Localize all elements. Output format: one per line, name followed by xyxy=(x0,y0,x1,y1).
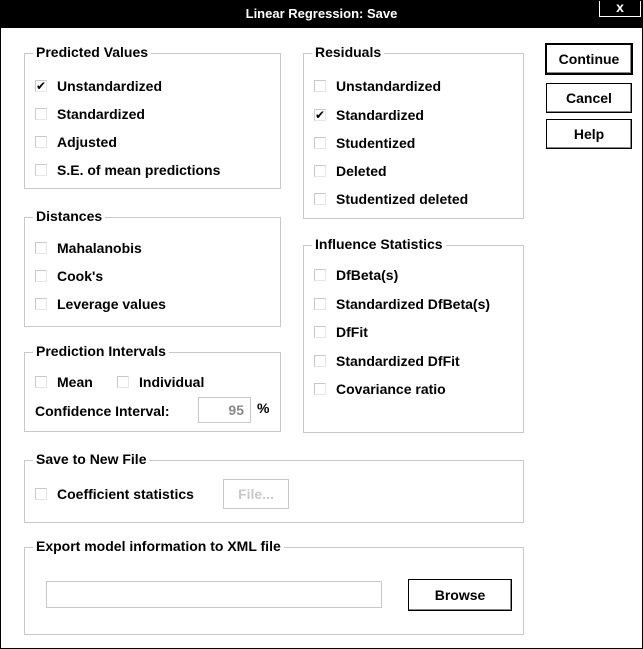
prediction-intervals-legend: Prediction Intervals xyxy=(33,343,169,359)
influence-standardized-dffit-checkbox[interactable] xyxy=(314,355,326,367)
checkbox-label: Studentized deleted xyxy=(336,191,469,207)
checkbox-label: Unstandardized xyxy=(336,78,442,94)
influence-statistics-legend: Influence Statistics xyxy=(312,236,446,252)
window-title: Linear Regression: Save xyxy=(245,6,398,21)
predicted-adjusted-checkbox[interactable] xyxy=(35,136,47,148)
checkbox-label: DfBeta(s) xyxy=(336,267,399,283)
predicted-standardized-checkbox[interactable] xyxy=(35,108,47,120)
distances-mahalanobis-option[interactable]: Mahalanobis xyxy=(35,240,142,256)
checkbox-label: Adjusted xyxy=(57,134,117,150)
checkbox-label: DfFit xyxy=(336,324,368,340)
checkbox-label: Mahalanobis xyxy=(57,240,142,256)
export-xml-legend: Export model information to XML file xyxy=(33,538,284,554)
influence-standardized-dffit-option[interactable]: Standardized DfFit xyxy=(314,353,460,369)
interval-mean-checkbox[interactable] xyxy=(35,376,47,388)
browse-button[interactable]: Browse xyxy=(408,579,512,611)
checkbox-label: Studentized xyxy=(336,135,416,151)
coefficient-statistics-checkbox[interactable] xyxy=(35,488,47,500)
checkbox-label: Coefficient statistics xyxy=(57,486,194,502)
distances-legend: Distances xyxy=(33,208,106,224)
residuals-standardized-checkbox[interactable] xyxy=(314,109,326,121)
predicted-unstandardized-option[interactable]: Unstandardized xyxy=(35,78,162,94)
influence-dfbeta-checkbox[interactable] xyxy=(314,269,326,281)
influence-covariance-ratio-option[interactable]: Covariance ratio xyxy=(314,381,446,397)
residuals-studentized-checkbox[interactable] xyxy=(314,137,326,149)
distances-leverage-checkbox[interactable] xyxy=(35,298,47,310)
influence-standardized-dfbeta-option[interactable]: Standardized DfBeta(s) xyxy=(314,296,490,312)
influence-dffit-checkbox[interactable] xyxy=(314,326,326,338)
checkbox-label: Cook's xyxy=(57,268,104,284)
confidence-interval-input[interactable]: 95 xyxy=(198,397,251,423)
help-button[interactable]: Help xyxy=(546,119,632,149)
residuals-studentized-deleted-option[interactable]: Studentized deleted xyxy=(314,191,468,207)
residuals-deleted-checkbox[interactable] xyxy=(314,165,326,177)
checkbox-label: Individual xyxy=(139,374,205,390)
interval-individual-option[interactable]: Individual xyxy=(117,374,204,390)
influence-covariance-ratio-checkbox[interactable] xyxy=(314,383,326,395)
distances-leverage-option[interactable]: Leverage values xyxy=(35,296,166,312)
dialog-window: Linear Regression: Save x Predicted Valu… xyxy=(0,0,643,649)
interval-mean-option[interactable]: Mean xyxy=(35,374,93,390)
predicted-adjusted-option[interactable]: Adjusted xyxy=(35,134,117,150)
influence-standardized-dfbeta-checkbox[interactable] xyxy=(314,298,326,310)
influence-dffit-option[interactable]: DfFit xyxy=(314,324,368,340)
checkbox-label: Standardized xyxy=(57,106,145,122)
predicted-se-mean-checkbox[interactable] xyxy=(35,164,47,176)
coefficient-statistics-option[interactable]: Coefficient statistics xyxy=(35,486,194,502)
checkbox-label: Covariance ratio xyxy=(336,381,446,397)
predicted-unstandardized-checkbox[interactable] xyxy=(35,80,47,92)
file-button[interactable]: File... xyxy=(223,479,289,509)
checkbox-label: Unstandardized xyxy=(57,78,163,94)
residuals-deleted-option[interactable]: Deleted xyxy=(314,163,387,179)
checkbox-label: Leverage values xyxy=(57,296,166,312)
residuals-unstandardized-checkbox[interactable] xyxy=(314,80,326,92)
checkbox-label: Standardized DfFit xyxy=(336,353,460,369)
distances-cooks-checkbox[interactable] xyxy=(35,270,47,282)
checkbox-label: Standardized DfBeta(s) xyxy=(336,296,491,312)
residuals-legend: Residuals xyxy=(312,44,385,60)
xml-file-path-input[interactable] xyxy=(46,581,382,608)
influence-dfbeta-option[interactable]: DfBeta(s) xyxy=(314,267,398,283)
checkbox-label: S.E. of mean predictions xyxy=(57,162,221,178)
predicted-se-mean-option[interactable]: S.E. of mean predictions xyxy=(35,162,220,178)
predicted-standardized-option[interactable]: Standardized xyxy=(35,106,145,122)
distances-mahalanobis-checkbox[interactable] xyxy=(35,242,47,254)
checkbox-label: Standardized xyxy=(336,107,424,123)
interval-individual-checkbox[interactable] xyxy=(117,376,129,388)
residuals-unstandardized-option[interactable]: Unstandardized xyxy=(314,78,441,94)
save-new-file-legend: Save to New File xyxy=(33,451,150,467)
close-button[interactable]: x xyxy=(599,0,641,17)
predicted-values-legend: Predicted Values xyxy=(33,44,152,60)
percent-sign: % xyxy=(257,400,270,416)
checkbox-label: Mean xyxy=(57,374,93,390)
distances-cooks-option[interactable]: Cook's xyxy=(35,268,103,284)
cancel-button[interactable]: Cancel xyxy=(546,83,632,113)
residuals-studentized-deleted-checkbox[interactable] xyxy=(314,193,326,205)
residuals-studentized-option[interactable]: Studentized xyxy=(314,135,415,151)
residuals-standardized-option[interactable]: Standardized xyxy=(314,107,424,123)
confidence-interval-label: Confidence Interval: xyxy=(35,403,170,419)
continue-button[interactable]: Continue xyxy=(545,43,633,75)
checkbox-label: Deleted xyxy=(336,163,387,179)
title-bar: Linear Regression: Save x xyxy=(1,0,642,28)
